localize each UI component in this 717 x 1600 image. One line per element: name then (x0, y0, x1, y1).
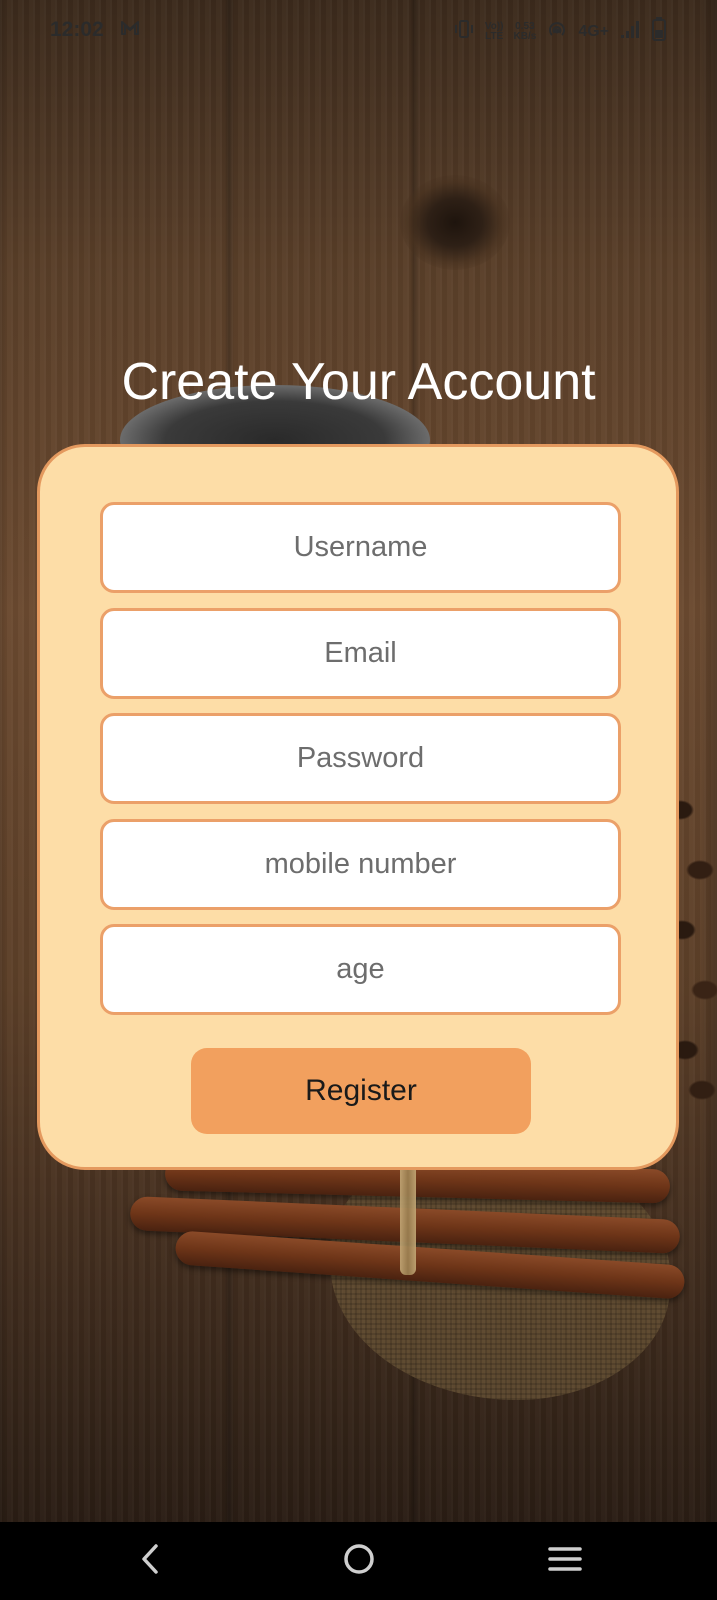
mobile-number-input[interactable] (103, 821, 618, 908)
register-button[interactable]: Register (191, 1048, 531, 1134)
app-screen: 12:02 Vo)) LTE 0.53 KB/s 4G+ Create Your… (0, 0, 717, 1600)
mobile-number-field[interactable] (100, 819, 621, 910)
hotspot-icon (546, 18, 568, 46)
back-icon (136, 1542, 166, 1581)
status-time: 12:02 (50, 18, 104, 41)
speed-unit: KB/s (513, 31, 537, 42)
twine-image (400, 1155, 416, 1275)
gmail-icon (120, 19, 140, 37)
username-field[interactable] (100, 502, 621, 593)
password-input[interactable] (103, 715, 618, 802)
password-field[interactable] (100, 713, 621, 804)
email-input[interactable] (103, 610, 618, 697)
network-speed: 0.53 KB/s (514, 22, 537, 42)
battery-icon (651, 16, 667, 48)
menu-icon (548, 1544, 582, 1579)
network-type: 4G+ (578, 23, 609, 40)
volte-indicator: Vo)) LTE (485, 22, 504, 42)
home-button[interactable] (329, 1534, 389, 1588)
page-title: Create Your Account (121, 353, 596, 411)
status-bar: 12:02 Vo)) LTE 0.53 KB/s 4G+ (0, 0, 717, 60)
vibrate-icon (453, 18, 475, 46)
email-field[interactable] (100, 608, 621, 699)
wood-knot (400, 175, 510, 270)
username-input[interactable] (103, 504, 618, 591)
recent-apps-button[interactable] (535, 1534, 595, 1588)
signal-icon (619, 18, 641, 46)
system-navigation-bar (0, 1522, 717, 1600)
registration-form-card: Register (37, 444, 679, 1170)
age-input[interactable] (103, 926, 618, 1013)
back-button[interactable] (121, 1534, 181, 1588)
status-icons: Vo)) LTE 0.53 KB/s 4G+ (453, 16, 667, 48)
volte-bottom: LTE (485, 31, 504, 42)
age-field[interactable] (100, 924, 621, 1015)
home-icon (342, 1542, 376, 1581)
